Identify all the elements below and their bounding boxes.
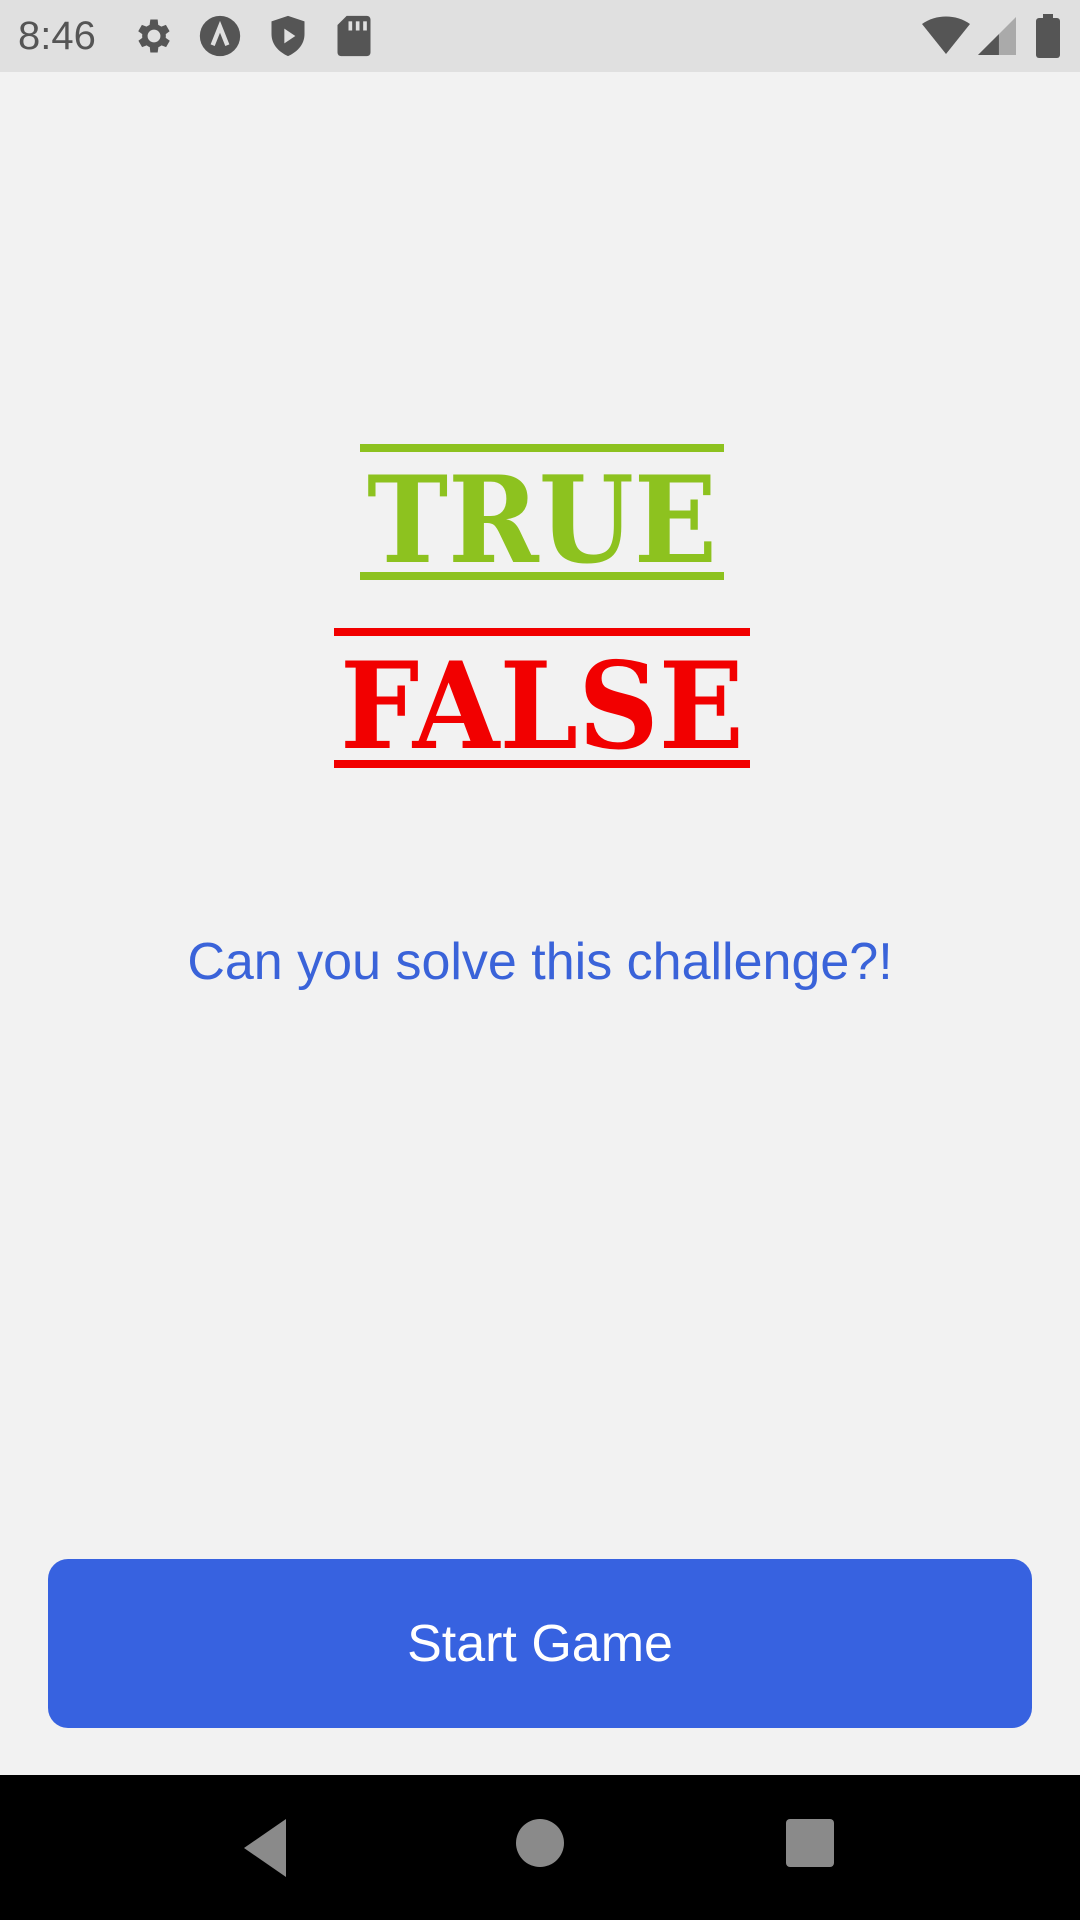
recents-icon[interactable] bbox=[786, 1819, 834, 1872]
tagline: Can you solve this challenge?! bbox=[187, 933, 893, 991]
battery-icon bbox=[1036, 14, 1060, 63]
false-stamp: FALSE bbox=[334, 628, 750, 777]
svg-text:FALSE: FALSE bbox=[340, 636, 744, 774]
start-game-label: Start Game bbox=[407, 1614, 673, 1673]
svg-text:TRUE: TRUE bbox=[367, 450, 717, 591]
cell-signal-icon bbox=[978, 16, 1016, 61]
status-time: 8:46 bbox=[18, 14, 96, 58]
back-icon[interactable] bbox=[238, 1815, 298, 1886]
wifi-icon bbox=[922, 16, 970, 61]
status-bar: 8:46 bbox=[0, 0, 1080, 72]
true-false-logo: TRUE FALSE bbox=[320, 444, 760, 777]
gear-icon bbox=[132, 14, 176, 63]
main-content: TRUE FALSE Can you solve this challenge?… bbox=[0, 72, 1080, 1775]
app-lambda-icon bbox=[198, 14, 242, 63]
sd-card-icon bbox=[334, 14, 374, 63]
start-game-button[interactable]: Start Game bbox=[48, 1559, 1032, 1728]
navigation-bar bbox=[0, 1775, 1080, 1920]
shield-play-icon bbox=[266, 14, 310, 63]
true-stamp: TRUE bbox=[360, 444, 724, 591]
home-icon[interactable] bbox=[516, 1819, 564, 1872]
